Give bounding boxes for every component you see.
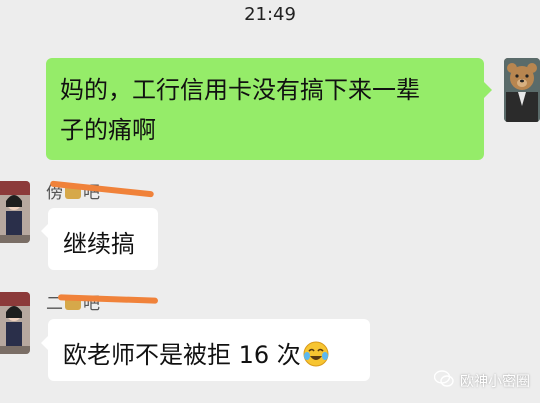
incoming-bubble-tail bbox=[41, 336, 48, 350]
outgoing-text-line1: 妈的，工行信用卡没有搞下来一辈 bbox=[60, 76, 420, 104]
watermark: 欧神小密圈 bbox=[433, 370, 530, 391]
incoming-text: 欧老师不是被拒 16 次 bbox=[63, 341, 301, 369]
incoming-bubble[interactable]: 继续搞 bbox=[48, 208, 158, 270]
timestamp: 21:49 bbox=[244, 4, 296, 25]
wechat-icon bbox=[433, 370, 454, 391]
incoming-text: 继续搞 bbox=[63, 230, 135, 258]
watermark-text: 欧神小密圈 bbox=[460, 373, 530, 390]
outgoing-text-line2: 子的痛啊 bbox=[60, 116, 156, 144]
sender-name: 二吧 bbox=[46, 294, 100, 314]
outgoing-bubble-tail bbox=[484, 82, 492, 98]
laughing-tears-emoji-icon bbox=[303, 341, 329, 373]
outgoing-message: 妈的，工行信用卡没有搞下来一辈 子的痛啊 bbox=[46, 58, 540, 162]
incoming-bubble[interactable]: 欧老师不是被拒 16 次 bbox=[48, 319, 370, 381]
avatar-girl-icon[interactable] bbox=[0, 292, 30, 354]
incoming-bubble-tail bbox=[41, 224, 48, 238]
avatar-girl-icon[interactable] bbox=[0, 181, 30, 243]
outgoing-bubble[interactable]: 妈的，工行信用卡没有搞下来一辈 子的痛啊 bbox=[46, 58, 484, 160]
avatar-bear-icon[interactable] bbox=[504, 58, 540, 122]
